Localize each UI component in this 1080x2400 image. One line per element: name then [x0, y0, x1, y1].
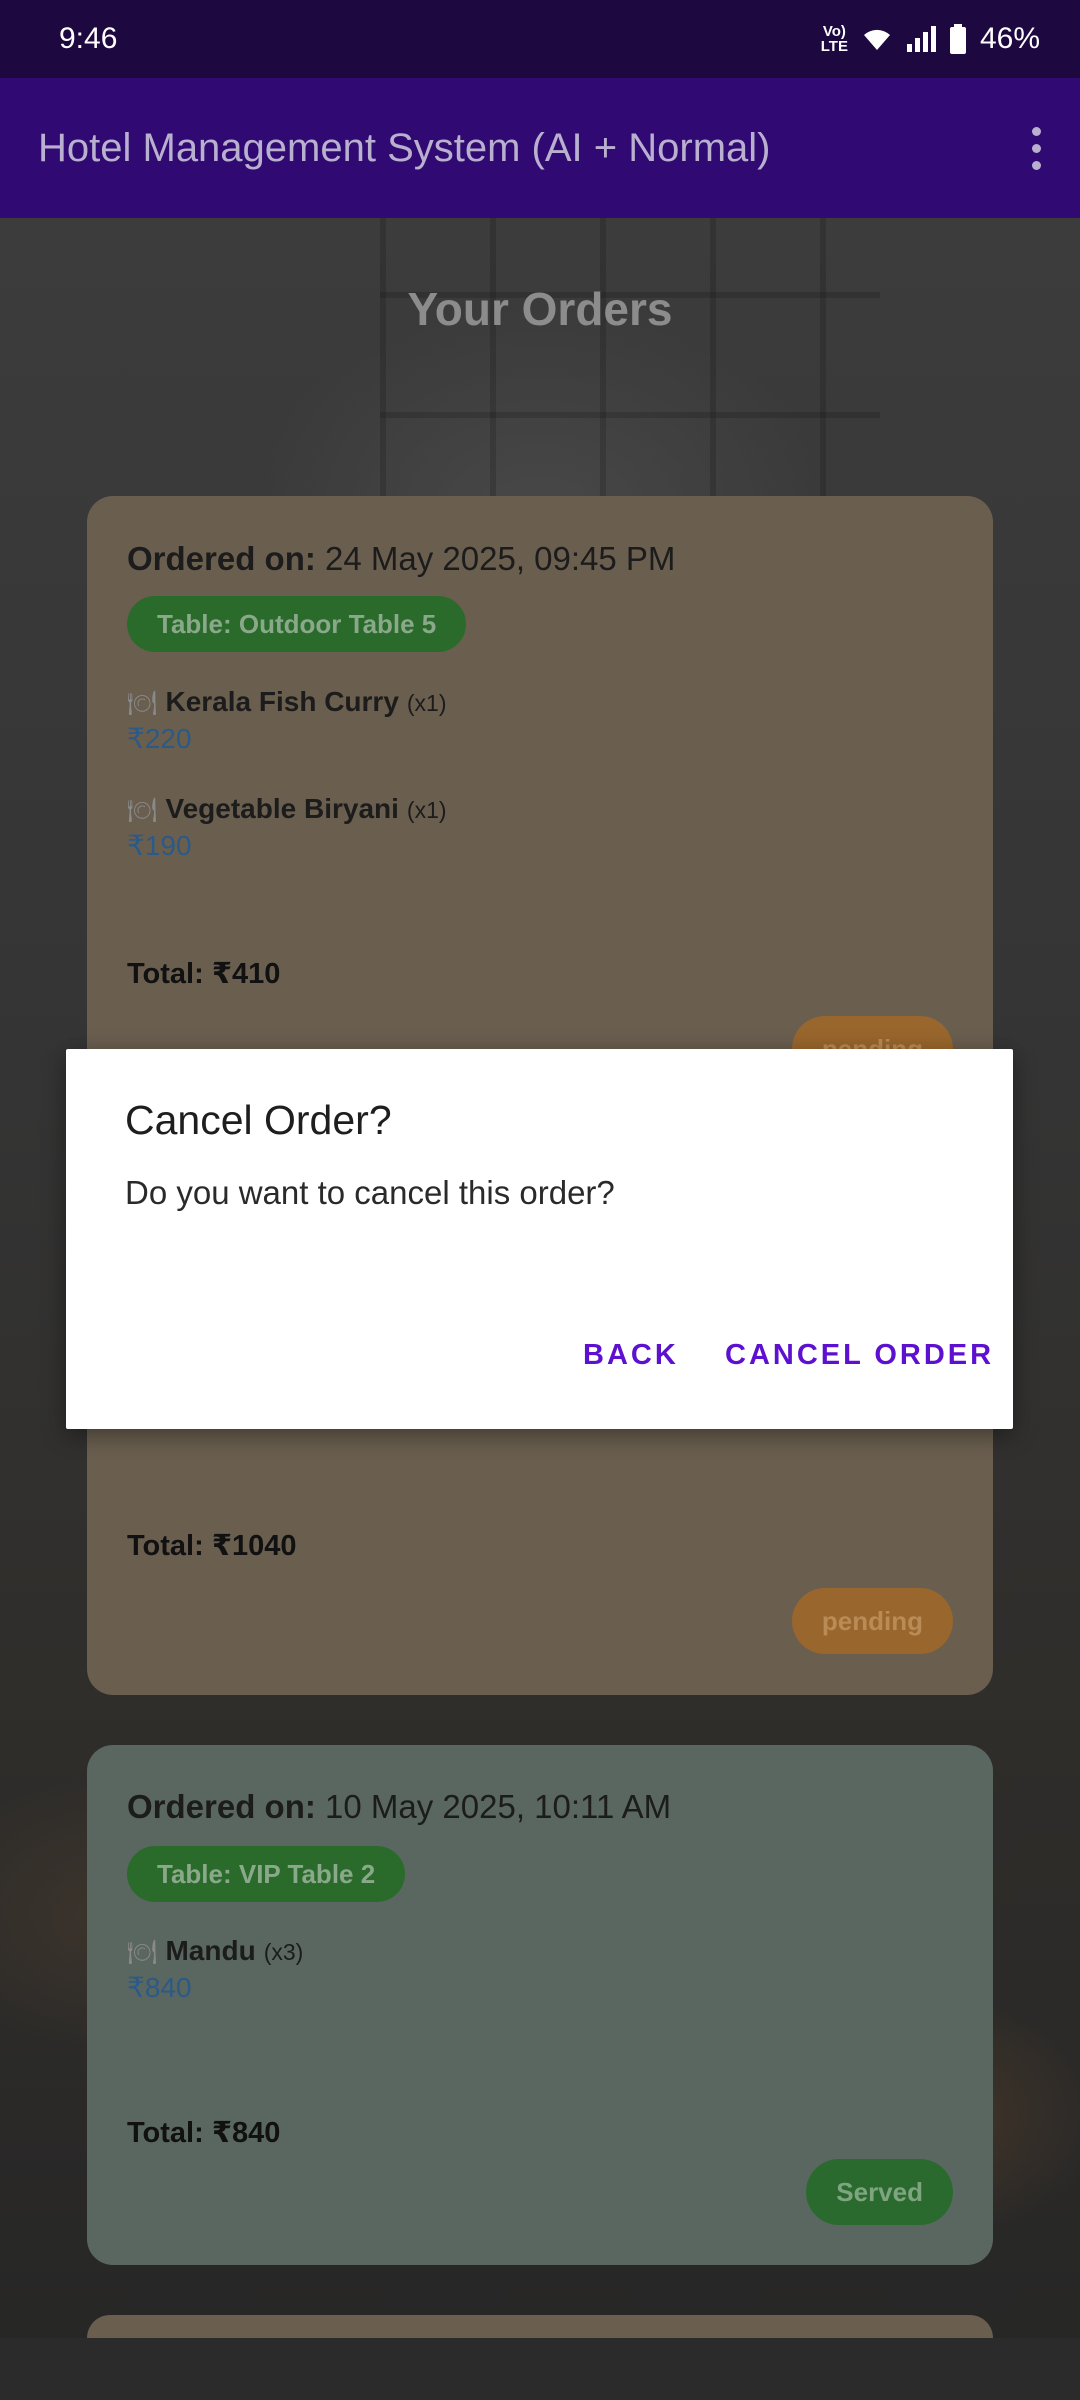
- overflow-menu-icon[interactable]: [1016, 118, 1056, 178]
- app-title: Hotel Management System (AI + Normal): [38, 125, 771, 170]
- ordered-on-label: Ordered on:: [127, 1788, 316, 1825]
- ordered-on-date: 24 May 2025, 09:45 PM: [325, 540, 676, 577]
- status-icons: Vo) LTE 46%: [821, 22, 1040, 56]
- cancel-order-dialog: Cancel Order? Do you want to cancel this…: [66, 1049, 1013, 1429]
- item-qty: (x1): [406, 690, 447, 716]
- volte-icon: Vo) LTE: [820, 23, 848, 55]
- dialog-message: Do you want to cancel this order?: [125, 1174, 615, 1211]
- fork-knife-icon: 🍽: [127, 690, 158, 717]
- item-name: Vegetable Biryani: [165, 793, 399, 824]
- ordered-on: Ordered on: 10 May 2025, 10:11 AM: [127, 1788, 671, 1826]
- fork-knife-icon: 🍽: [127, 1939, 158, 1966]
- item-price: ₹190: [127, 830, 192, 861]
- order-card[interactable]: Ordered on: 10 May 2025, 10:11 AM Table:…: [87, 1745, 993, 2265]
- order-total: Total: ₹840: [127, 2117, 281, 2149]
- item-qty: (x1): [406, 797, 447, 823]
- page-title: Your Orders: [407, 283, 673, 335]
- ordered-on-label: Ordered on:: [127, 540, 316, 577]
- background-window: [380, 218, 880, 538]
- ordered-on-date: 10 May 2025, 10:11 AM: [325, 1788, 672, 1825]
- back-button[interactable]: BACK: [583, 1339, 679, 1372]
- battery-percent: 46%: [979, 22, 1040, 55]
- status-badge[interactable]: pending: [791, 1588, 953, 1654]
- ordered-on: Ordered on: 24 May 2025, 09:45 PM: [127, 540, 675, 578]
- list-item: 🍽 Vegetable Biryani (x1) ₹190: [127, 793, 447, 862]
- fork-knife-icon: 🍽: [127, 797, 158, 824]
- item-name: Kerala Fish Curry: [165, 686, 399, 717]
- table-chip: Table: VIP Table 2: [127, 1846, 406, 1902]
- list-item: 🍽 Kerala Fish Curry (x1) ₹220: [127, 686, 447, 755]
- wifi-icon: [863, 29, 890, 50]
- order-card[interactable]: [87, 2315, 993, 2338]
- order-card[interactable]: Ordered on: 24 May 2025, 09:45 PM Table:…: [87, 496, 993, 1082]
- status-bar: 9:46 Vo) LTE 46%: [0, 0, 1080, 78]
- item-price: ₹840: [127, 1972, 192, 2003]
- table-chip: Table: Outdoor Table 5: [127, 596, 467, 652]
- item-name: Mandu: [165, 1935, 256, 1966]
- item-qty: (x3): [263, 1939, 304, 1965]
- signal-icon: [906, 26, 936, 52]
- app-bar: Hotel Management System (AI + Normal): [0, 78, 1080, 218]
- status-time: 9:46: [59, 22, 118, 55]
- navigation-bar: [0, 2338, 1080, 2400]
- order-total: Total: ₹410: [127, 958, 281, 990]
- status-badge[interactable]: Served: [806, 2159, 953, 2225]
- list-item: 🍽 Mandu (x3) ₹840: [127, 1935, 303, 2004]
- cancel-order-button[interactable]: CANCEL ORDER: [725, 1339, 994, 1372]
- battery-icon: [949, 24, 966, 54]
- dialog-title: Cancel Order?: [125, 1097, 392, 1143]
- order-total: Total: ₹1040: [127, 1530, 297, 1562]
- item-price: ₹220: [127, 723, 192, 754]
